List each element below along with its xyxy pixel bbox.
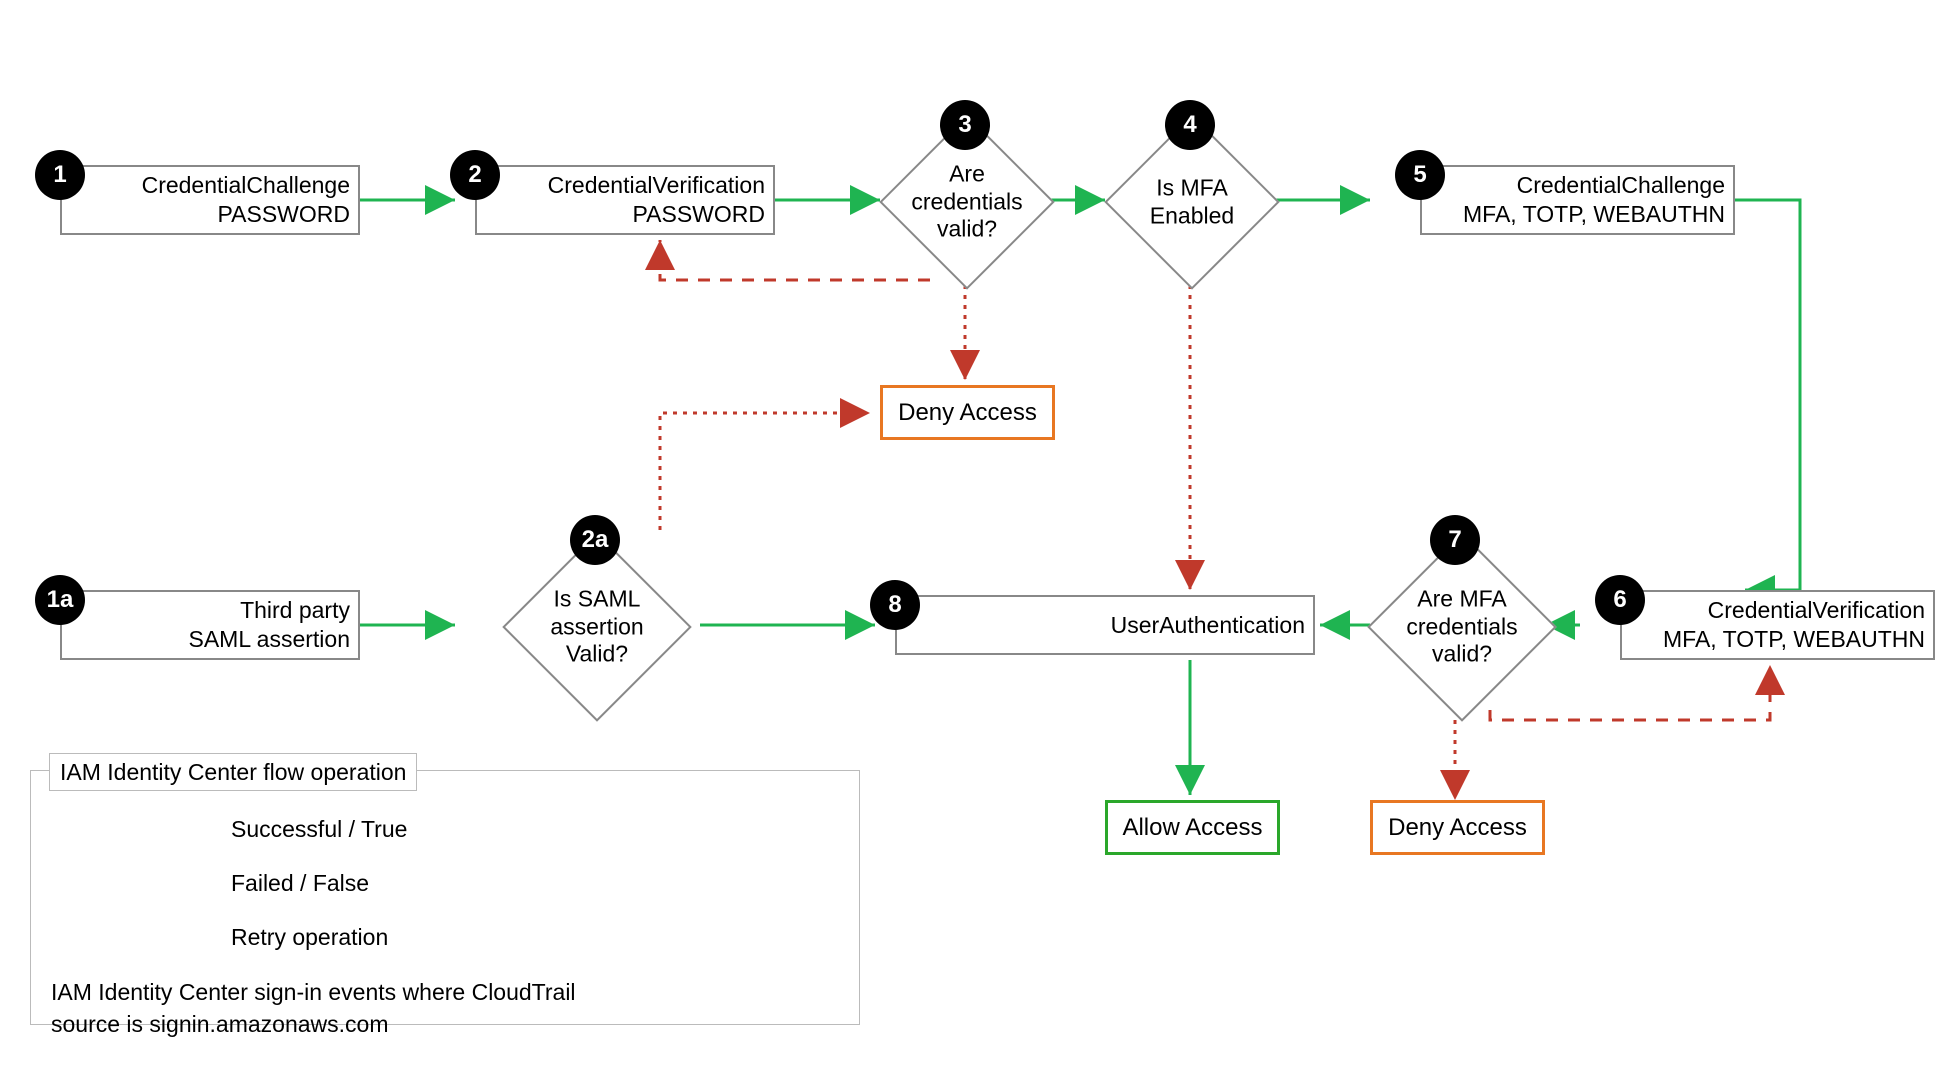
node-2-badge: 2 [450,150,500,200]
legend-success-label: Successful / True [231,813,407,845]
node-5-line2: MFA, TOTP, WEBAUTHN [1463,200,1725,229]
node-7-line3: valid? [1432,641,1492,667]
node-1a-box: Third party SAML assertion [60,590,360,660]
node-2a-line1: Is SAML [554,586,641,612]
node-2a-badge: 2a [570,515,620,565]
node-6-badge: 6 [1595,575,1645,625]
node-1-line1: CredentialChallenge [142,171,350,200]
legend-box: IAM Identity Center flow operation Succe… [30,770,860,1025]
node-1-box: CredentialChallenge PASSWORD [60,165,360,235]
node-1a-badge: 1a [35,575,85,625]
node-6-line2: MFA, TOTP, WEBAUTHN [1663,625,1925,654]
node-5-box: CredentialChallenge MFA, TOTP, WEBAUTHN [1420,165,1735,235]
node-1a-line1: Third party [240,596,350,625]
node-4-badge: 4 [1165,100,1215,150]
node-3-line3: valid? [937,216,997,242]
node-3-badge: 3 [940,100,990,150]
legend-caption-1: IAM Identity Center sign-in events where… [51,979,576,1005]
node-7-line1: Are MFA [1417,586,1506,612]
node-2-line2: PASSWORD [633,200,765,229]
legend-caption-2: source is signin.amazonaws.com [51,1011,388,1037]
node-2-line1: CredentialVerification [548,171,765,200]
deny-access-1: Deny Access [880,385,1055,440]
node-6-box: CredentialVerification MFA, TOTP, WEBAUT… [1620,590,1935,660]
node-3-line2: credentials [911,188,1022,214]
node-4-line1: Is MFA [1156,174,1228,200]
legend-failed-label: Failed / False [231,867,369,899]
legend-title: IAM Identity Center flow operation [49,753,417,791]
node-1-badge: 1 [35,150,85,200]
legend-retry-label: Retry operation [231,921,388,953]
node-1-line2: PASSWORD [218,200,350,229]
diagram-canvas: CredentialChallenge PASSWORD 1 Credentia… [0,0,1940,1091]
node-6-line1: CredentialVerification [1708,596,1925,625]
node-2a-line3: Valid? [566,641,628,667]
allow-access: Allow Access [1105,800,1280,855]
node-1a-line2: SAML assertion [189,625,351,654]
node-5-badge: 5 [1395,150,1445,200]
deny-access-2: Deny Access [1370,800,1545,855]
node-2a-line2: assertion [550,613,643,639]
node-8-line1: UserAuthentication [1111,611,1305,640]
node-7-badge: 7 [1430,515,1480,565]
node-2-box: CredentialVerification PASSWORD [475,165,775,235]
node-3-line1: Are [949,161,985,187]
node-5-line1: CredentialChallenge [1517,171,1725,200]
node-8-box: UserAuthentication [895,595,1315,655]
node-7-line2: credentials [1406,613,1517,639]
node-4-line2: Enabled [1150,202,1234,228]
node-8-badge: 8 [870,580,920,630]
